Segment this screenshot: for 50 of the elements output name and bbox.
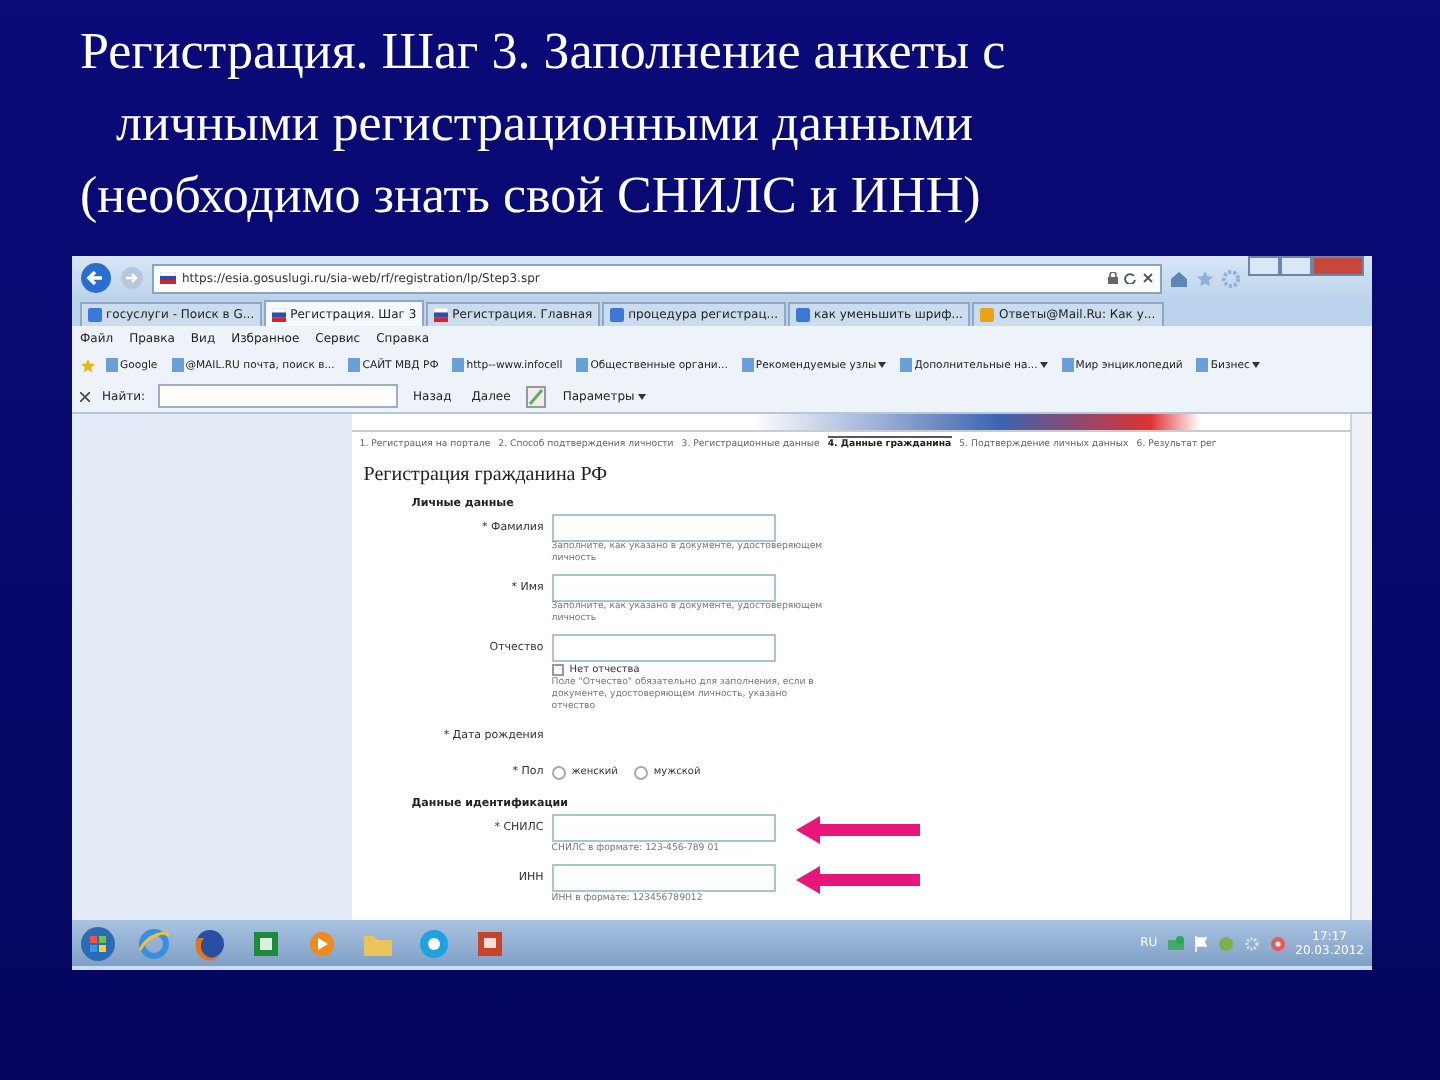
globe-icon[interactable]	[192, 925, 228, 961]
radio-button[interactable]	[551, 765, 566, 779]
page-icon	[452, 358, 465, 372]
search-engine-icon	[610, 308, 625, 322]
find-field[interactable]	[157, 384, 398, 408]
page-icon	[171, 358, 184, 372]
star-icon[interactable]	[80, 357, 96, 373]
input-field[interactable]	[551, 814, 776, 842]
input-field[interactable]	[551, 574, 776, 602]
page-icon	[348, 358, 361, 372]
page-icon	[1196, 358, 1209, 372]
network-icon[interactable]	[1167, 935, 1184, 951]
page-icon	[576, 358, 589, 372]
radio-button[interactable]	[633, 765, 648, 779]
page-icon	[741, 358, 754, 372]
lock-icon	[1108, 272, 1118, 284]
page-icon	[900, 358, 913, 372]
input-field[interactable]	[551, 514, 776, 542]
minimize-button[interactable]	[1248, 256, 1280, 276]
forward-button[interactable]	[120, 266, 144, 290]
back-button[interactable]	[80, 262, 112, 294]
input-field[interactable]	[551, 634, 776, 662]
close-icon[interactable]	[80, 391, 90, 401]
slide-title-line: личными регистрационными данными	[114, 92, 976, 156]
input-field[interactable]	[551, 864, 776, 892]
checkbox[interactable]	[551, 664, 564, 676]
refresh-icon[interactable]	[1124, 272, 1136, 284]
slide-title-line: Регистрация. Шаг 3. Заполнение анкеты с	[80, 20, 1008, 84]
start-button[interactable]	[80, 925, 116, 961]
page-icon	[106, 358, 118, 372]
flag-icon	[272, 307, 287, 321]
caret-icon	[638, 393, 647, 399]
slide-title-line: (необходимо знать свой СНИЛС и ИНН)	[80, 164, 983, 228]
close-icon[interactable]	[1142, 272, 1154, 284]
maximize-button[interactable]	[1280, 256, 1312, 276]
mail-icon	[980, 308, 995, 322]
search-engine-icon	[796, 308, 811, 322]
page-icon	[1061, 358, 1074, 372]
flag-icon	[160, 272, 176, 284]
page-heading: Регистрация гражданина РФ	[363, 462, 610, 490]
flag-icon	[434, 308, 449, 322]
flag-icon[interactable]	[1193, 935, 1208, 951]
home-icon[interactable]	[1170, 269, 1188, 287]
star-icon[interactable]	[1196, 269, 1214, 287]
chat-icon[interactable]	[416, 925, 452, 961]
close-button[interactable]	[1312, 256, 1364, 276]
highlight-icon[interactable]	[526, 385, 547, 407]
browser-icon[interactable]	[136, 925, 172, 961]
scrollbar[interactable]	[1350, 414, 1372, 920]
search-engine-icon	[88, 308, 102, 322]
